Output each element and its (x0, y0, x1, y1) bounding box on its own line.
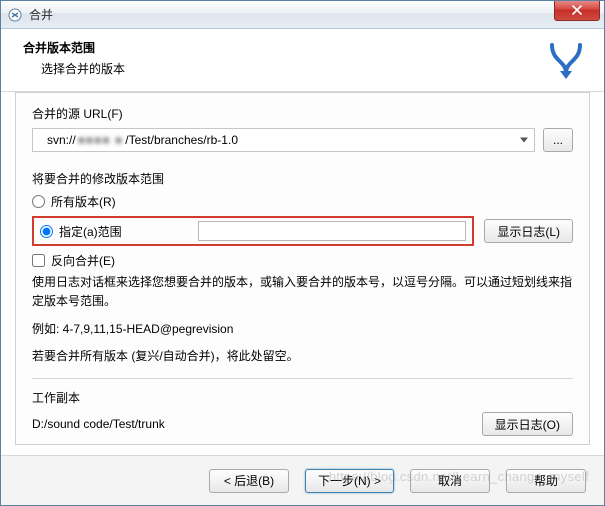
revision-example-text: 例如: 4-7,9,11,15-HEAD@pegrevision (32, 320, 573, 337)
source-url-combobox[interactable]: svn://■■■■ ■/Test/branches/rb-1.0 (32, 128, 535, 152)
specific-range-radio-input[interactable] (40, 225, 53, 238)
source-url-label: 合并的源 URL(F) (32, 105, 573, 122)
source-url-redacted: ■■■■ ■ (78, 133, 124, 147)
close-icon (572, 5, 582, 15)
working-copy-row: D:/sound code/Test/trunk 显示日志(O) (32, 412, 573, 436)
source-url-suffix: /Test/branches/rb-1.0 (125, 133, 238, 147)
content-panel: 合并的源 URL(F) svn://■■■■ ■/Test/branches/r… (15, 92, 590, 445)
dialog-window: 合并 合并版本范围 选择合并的版本 合并的源 URL(F) svn://■■■■… (0, 0, 605, 506)
specific-range-radio-label: 指定(a)范围 (59, 223, 122, 240)
all-revisions-row: 所有版本(R) (32, 193, 573, 210)
merge-logo-icon (544, 39, 588, 83)
cancel-button[interactable]: 取消 (410, 469, 490, 493)
specific-range-row: 指定(a)范围 显示日志(L) (32, 216, 573, 246)
header-text: 合并版本范围 选择合并的版本 (23, 39, 536, 77)
revision-note-text: 若要合并所有版本 (复兴/自动合并)，将此处留空。 (32, 347, 573, 364)
close-button[interactable] (554, 1, 600, 21)
all-revisions-radio[interactable]: 所有版本(R) (32, 193, 116, 210)
reverse-merge-checkbox[interactable]: 反向合并(E) (32, 252, 573, 269)
working-copy-label: 工作副本 (32, 389, 573, 406)
reverse-merge-checkbox-input[interactable] (32, 254, 45, 267)
app-icon (7, 7, 23, 23)
source-url-row: svn://■■■■ ■/Test/branches/rb-1.0 ... (32, 128, 573, 152)
show-log-wc-button[interactable]: 显示日志(O) (482, 412, 573, 436)
next-button[interactable]: 下一步(N) > (305, 469, 394, 493)
titlebar: 合并 (1, 1, 604, 29)
chevron-down-icon (520, 138, 528, 143)
specific-range-highlight: 指定(a)范围 (32, 216, 474, 246)
back-button[interactable]: < 后退(B) (209, 469, 289, 493)
source-url-prefix: svn:// (47, 133, 76, 147)
working-copy-path: D:/sound code/Test/trunk (32, 417, 472, 431)
dialog-footer: < 后退(B) 下一步(N) > 取消 帮助 (1, 455, 604, 505)
reverse-merge-label: 反向合并(E) (51, 252, 115, 269)
all-revisions-radio-input[interactable] (32, 195, 45, 208)
help-button[interactable]: 帮助 (506, 469, 586, 493)
browse-button[interactable]: ... (543, 128, 573, 152)
divider (32, 378, 573, 379)
header-subtitle: 选择合并的版本 (23, 60, 536, 77)
dialog-header: 合并版本范围 选择合并的版本 (1, 29, 604, 92)
dialog-body: 合并的源 URL(F) svn://■■■■ ■/Test/branches/r… (1, 92, 604, 455)
header-title: 合并版本范围 (23, 39, 536, 56)
revision-range-label: 将要合并的修改版本范围 (32, 170, 573, 187)
revision-help-text: 使用日志对话框来选择您想要合并的版本，或输入要合并的版本号，以逗号分隔。可以通过… (32, 273, 573, 310)
all-revisions-radio-label: 所有版本(R) (51, 193, 116, 210)
revision-range-input[interactable] (198, 221, 466, 241)
window-title: 合并 (29, 6, 554, 23)
show-log-button[interactable]: 显示日志(L) (484, 219, 573, 243)
specific-range-radio[interactable]: 指定(a)范围 (40, 223, 190, 240)
